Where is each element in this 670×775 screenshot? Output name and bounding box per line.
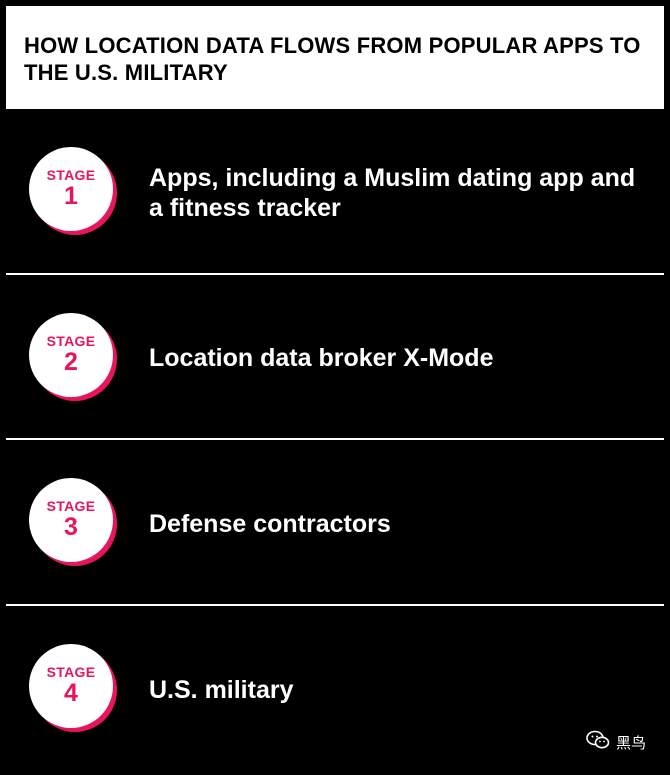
- watermark-text: 黑鸟: [615, 734, 646, 752]
- stage-badge-1: STAGE 1: [29, 147, 121, 239]
- badge-circle: STAGE 3: [29, 478, 113, 562]
- stage-label: STAGE: [46, 333, 96, 349]
- stage-badge-2: STAGE 2: [29, 313, 121, 405]
- watermark: 黑鸟: [586, 730, 646, 755]
- stage-number: 1: [64, 182, 78, 210]
- stage-label: STAGE: [46, 498, 96, 514]
- stage-text-4: U.S. military: [149, 676, 294, 704]
- badge-circle: STAGE 1: [29, 147, 113, 231]
- badge-circle: STAGE 2: [29, 313, 113, 397]
- page-title: HOW LOCATION DATA FLOWS FROM POPULAR APP…: [24, 33, 641, 85]
- stage-number: 3: [64, 513, 78, 541]
- infographic: HOW LOCATION DATA FLOWS FROM POPULAR APP…: [0, 0, 670, 775]
- stage-number: 2: [64, 348, 78, 376]
- stage-badge-3: STAGE 3: [29, 478, 121, 570]
- stage-row-4: STAGE 4 U.S. military: [6, 606, 664, 768]
- stage-row-3: STAGE 3 Defense contractors: [6, 440, 664, 602]
- stage-badge-4: STAGE 4: [29, 644, 121, 736]
- badge-circle: STAGE 4: [29, 644, 113, 728]
- header: HOW LOCATION DATA FLOWS FROM POPULAR APP…: [6, 6, 664, 109]
- stage-number: 4: [64, 679, 78, 707]
- stage-row-1: STAGE 1 Apps, including a Muslim dating …: [6, 111, 664, 273]
- stage-text-1: Apps, including a Muslim dating app and …: [149, 164, 636, 222]
- stage-row-2: STAGE 2 Location data broker X-Mode: [6, 275, 664, 437]
- stage-label: STAGE: [46, 664, 96, 680]
- stage-label: STAGE: [46, 167, 96, 183]
- wechat-icon: [586, 730, 610, 755]
- stage-text-2: Location data broker X-Mode: [149, 344, 494, 372]
- stage-text-3: Defense contractors: [149, 510, 391, 538]
